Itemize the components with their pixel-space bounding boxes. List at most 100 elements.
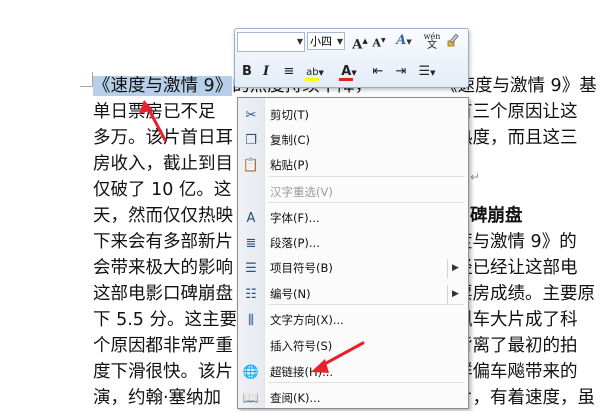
- document-line[interactable]: 下来会有多部新片: [93, 229, 233, 255]
- menu-item-label: 汉字重选(V): [270, 185, 333, 199]
- numbering-icon: ☷: [245, 287, 257, 302]
- selected-text[interactable]: 《速度与激情 9》: [93, 76, 233, 96]
- menu-item-numbering[interactable]: ☷ 编号(N) ▶: [238, 282, 468, 307]
- line-text: 票房成绩。主要原: [455, 284, 595, 304]
- text-effects-icon: A: [396, 33, 407, 48]
- paste-icon: 📋: [242, 158, 260, 173]
- menu-item-copy[interactable]: ❐ 复制(C): [238, 128, 468, 153]
- annotation-arrow-bottom: [311, 341, 365, 373]
- increase-indent-icon: ⇥: [395, 64, 407, 79]
- highlight-button[interactable]: ab▼: [303, 63, 327, 81]
- menu-item-label: 编号(N): [270, 287, 311, 301]
- menu-item-label: 文字方向(X)...: [270, 313, 344, 327]
- font-color-button[interactable]: A▼: [337, 63, 361, 81]
- document-line-right[interactable]: 票房成绩。主要原: [455, 281, 595, 307]
- menu-item-lookup[interactable]: 📖 查阅(K)...: [238, 386, 468, 408]
- phonetic-guide-button[interactable]: wén 文: [422, 32, 442, 51]
- lookup-icon: 📖: [242, 391, 260, 406]
- bold-icon: B: [242, 64, 252, 79]
- italic-icon: I: [262, 64, 270, 79]
- chevron-down-icon[interactable]: ▼: [297, 33, 303, 51]
- menu-item-font[interactable]: A 字体(F)...: [238, 206, 468, 231]
- document-line[interactable]: 这部电影口碑崩盘: [93, 281, 233, 307]
- document-line[interactable]: 演，约翰·塞纳加: [93, 385, 221, 411]
- font-color-bar: [339, 78, 353, 81]
- highlight-color-bar: [305, 78, 319, 81]
- italic-button[interactable]: I: [259, 63, 273, 81]
- center-align-button[interactable]: ≡: [281, 63, 297, 81]
- line-text: 演，约翰·塞纳加: [93, 388, 222, 408]
- document-line[interactable]: 度下滑很快。该片: [93, 359, 233, 385]
- bullets-toolbar-icon: ☰: [418, 64, 431, 79]
- copy-icon: ❐: [245, 133, 257, 148]
- menu-item-bullets[interactable]: ☰ 项目符号(B) ▶: [238, 256, 468, 281]
- font-name-box[interactable]: ▼: [237, 32, 305, 52]
- menu-item-label: 复制(C): [270, 133, 311, 147]
- grow-font-icon: A: [352, 37, 363, 53]
- annotation-arrow-top: [139, 100, 167, 142]
- text-effects-button[interactable]: A▼: [393, 32, 415, 50]
- hyperlink-icon: 🌐: [242, 365, 260, 380]
- line-text: 这部电影口碑崩盘: [93, 284, 233, 304]
- line-text: 有三个原因让这: [455, 102, 578, 122]
- document-line-right[interactable]: 背离了最初的拍: [455, 333, 578, 359]
- document-line-right[interactable]: 度与激情 9》的: [455, 229, 577, 255]
- line-text: 天，然而仅仅热映: [93, 206, 233, 226]
- line-text: 经已经让这部电: [455, 258, 578, 278]
- text-direction-icon: ⫼: [248, 313, 254, 328]
- menu-item-label: 段落(P)...: [270, 236, 320, 250]
- document-line[interactable]: 下 5.5 分。这主要: [93, 307, 237, 333]
- document-line-right[interactable]: 片，有着速度，虽: [455, 385, 595, 411]
- highlighter-icon: ab: [306, 67, 319, 78]
- line-text: 热度，而且这三: [455, 128, 578, 148]
- document-line-right[interactable]: 飙车大片成了科: [455, 307, 578, 333]
- paragraph-icon: ≣: [245, 236, 257, 251]
- document-line[interactable]: 个原因都非常严重: [93, 333, 233, 359]
- submenu-divider: [447, 285, 448, 304]
- menu-item-item-3: 汉字重选(V): [238, 180, 468, 205]
- font-name-value: [238, 38, 240, 51]
- menu-item-text-direction[interactable]: ⫼ 文字方向(X)...: [238, 308, 468, 333]
- document-line-right[interactable]: 经已经让这部电: [455, 255, 578, 281]
- menu-item-label: 粘贴(P): [270, 158, 309, 172]
- document-line-right[interactable]: 碑崩盘: [470, 203, 523, 229]
- chevron-down-icon[interactable]: ▼: [337, 33, 343, 51]
- font-color-icon: A: [341, 64, 352, 79]
- menu-item-label: 字体(F)...: [270, 211, 320, 225]
- paragraph-mark-icon: ↵: [470, 170, 481, 184]
- document-line[interactable]: 会带来极大的影响: [93, 255, 233, 281]
- bullets-toolbar-button[interactable]: ☰▼: [415, 63, 439, 81]
- decrease-indent-button[interactable]: ⇤: [370, 63, 386, 81]
- line-text: 度下滑很快。该片: [93, 362, 233, 382]
- document-line[interactable]: 仅破了 10 亿。这: [93, 177, 231, 203]
- document-line-right[interactable]: 有三个原因让这: [455, 99, 578, 125]
- line-text: 群偏车飚带来的: [455, 362, 578, 382]
- scissors-icon: ✂: [245, 108, 257, 123]
- document-line-right[interactable]: 群偏车飚带来的: [455, 359, 578, 385]
- document-line-right[interactable]: 热度，而且这三: [455, 125, 578, 151]
- font-icon: A: [246, 211, 256, 226]
- decrease-indent-icon: ⇤: [372, 64, 384, 79]
- increase-indent-button[interactable]: ⇥: [393, 63, 409, 81]
- bold-button[interactable]: B: [240, 63, 254, 81]
- chevron-right-icon[interactable]: ▶: [452, 285, 459, 304]
- line-text: 下来会有多部新片: [93, 232, 233, 252]
- chevron-right-icon[interactable]: ▶: [452, 259, 459, 278]
- menu-item-paste[interactable]: 📋 粘贴(P): [238, 153, 468, 178]
- grow-font-button[interactable]: A▲: [352, 32, 368, 53]
- mini-toolbar: ▼ 小四 ▼ A▲ A▼ A▼ wén 文 B I ≡ ab▼ A▼ ⇤ ⇥ ☰…: [234, 28, 469, 88]
- shrink-font-button[interactable]: A▼: [372, 32, 386, 50]
- document-line[interactable]: 天，然而仅仅热映: [93, 203, 233, 229]
- menu-item-scissors[interactable]: ✂ 剪切(T): [238, 103, 468, 128]
- line-text: 碑崩盘: [470, 206, 523, 226]
- line-text: 个原因都非常严重: [93, 336, 233, 356]
- menu-item-label: 项目符号(B): [270, 261, 333, 275]
- format-painter-button[interactable]: [445, 32, 463, 50]
- menu-item-paragraph[interactable]: ≣ 段落(P)...: [238, 231, 468, 256]
- shrink-font-icon: A: [372, 36, 381, 50]
- bullets-icon: ☰: [245, 261, 257, 276]
- font-size-box[interactable]: 小四 ▼: [307, 32, 345, 50]
- font-size-value: 小四: [310, 35, 332, 48]
- line-text: 会带来极大的影响: [93, 258, 233, 278]
- margin-corner-mark: [80, 86, 93, 87]
